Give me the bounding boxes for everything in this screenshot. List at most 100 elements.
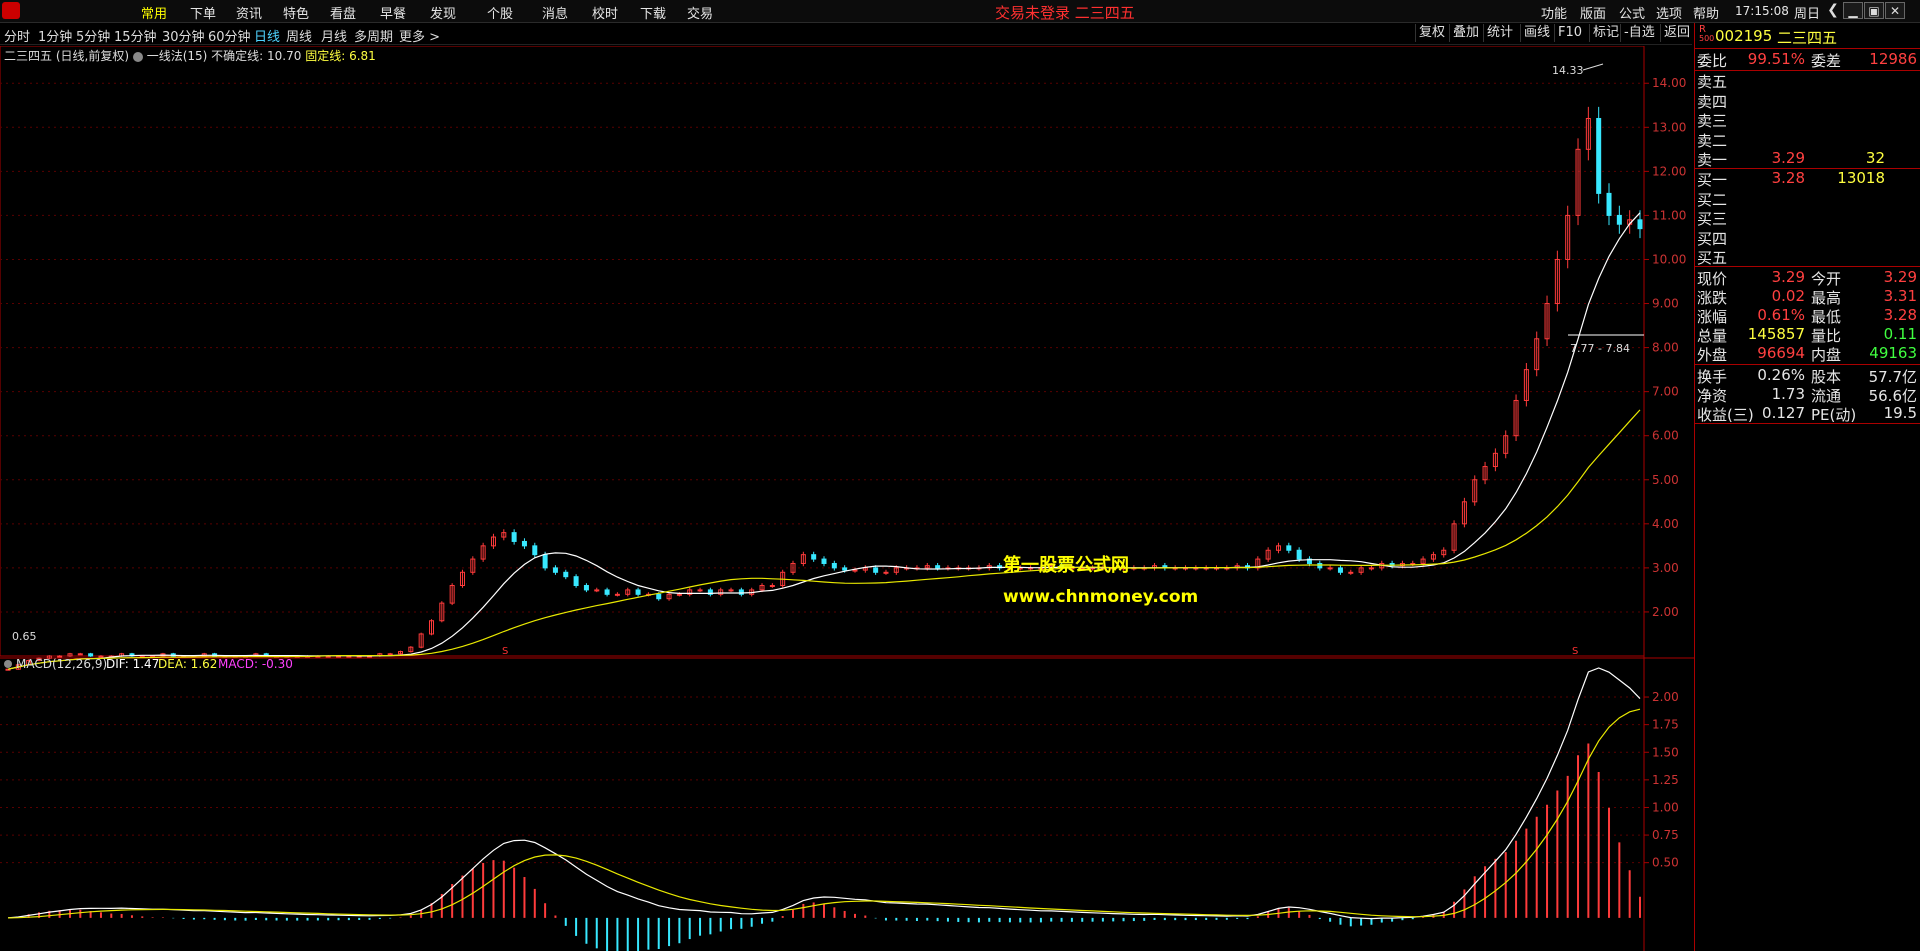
menu-item[interactable]: 特色 bbox=[283, 3, 309, 22]
quote-value: 19.5 bbox=[1883, 404, 1917, 422]
candle-body bbox=[728, 589, 734, 592]
price-axis-label: 14.00 bbox=[1652, 76, 1686, 90]
macd-axis-label: 1.50 bbox=[1652, 745, 1679, 759]
menu-item[interactable]: 消息 bbox=[542, 3, 568, 22]
quote-row: 外盘 96694 内盘 49163 bbox=[1697, 344, 1919, 364]
candle-body bbox=[542, 554, 548, 569]
price-axis-label: 7.00 bbox=[1652, 385, 1679, 399]
menu-right-item[interactable]: 帮助 bbox=[1693, 3, 1719, 22]
tool-button[interactable]: 统计 bbox=[1483, 24, 1516, 42]
tool-button[interactable]: 叠加 bbox=[1449, 24, 1482, 42]
signal-marker: S bbox=[1572, 646, 1578, 657]
candle-body bbox=[387, 653, 393, 656]
menu-item[interactable]: 早餐 bbox=[380, 3, 406, 22]
menu-right-item[interactable]: 版面 bbox=[1580, 3, 1606, 22]
clock: 17:15:08 bbox=[1735, 4, 1789, 18]
menu-item[interactable]: 下载 bbox=[640, 3, 666, 22]
quote-label: 净资 bbox=[1697, 387, 1728, 405]
quote-value: 3.29 bbox=[1771, 268, 1805, 286]
period-item[interactable]: 30分钟 bbox=[162, 26, 205, 45]
period-item[interactable]: 60分钟 bbox=[208, 26, 251, 45]
period-item[interactable]: 5分钟 bbox=[76, 26, 110, 45]
quote-label: 买五 bbox=[1697, 249, 1728, 267]
period-item[interactable]: 周线 bbox=[286, 26, 312, 45]
quote-value: 56.6亿 bbox=[1868, 387, 1917, 405]
back-icon[interactable]: ❮ bbox=[1823, 2, 1843, 19]
macd-axis-label: 1.00 bbox=[1652, 800, 1679, 814]
quote-row: 买一 3.28 13018 bbox=[1697, 169, 1919, 189]
maximize-icon[interactable]: ▣ bbox=[1864, 2, 1884, 19]
high-label: 14.33 bbox=[1552, 64, 1584, 77]
macd-axis-label: 0.50 bbox=[1652, 856, 1679, 870]
quote-label: 买二 bbox=[1697, 190, 1728, 209]
menu-right-item[interactable]: 公式 bbox=[1619, 3, 1645, 22]
macd-axis-label: 2.00 bbox=[1652, 690, 1679, 704]
chart-area[interactable]: 14.00 13.00 12.00 11.00 10.00 9.00 8.00 7.00 6.0… bbox=[0, 46, 1694, 951]
tool-button[interactable]: 标记 bbox=[1589, 24, 1622, 42]
period-item[interactable]: 月线 bbox=[321, 26, 347, 45]
tool-button[interactable]: 返回 bbox=[1660, 24, 1693, 42]
quote-label: 涨跌 bbox=[1697, 289, 1728, 307]
quote-label: 现价 bbox=[1697, 270, 1728, 288]
tool-button[interactable]: F10 bbox=[1554, 24, 1585, 42]
dea-line bbox=[7, 708, 1641, 919]
period-item[interactable]: 日线 bbox=[254, 26, 280, 45]
quote-label: 委比 bbox=[1697, 52, 1728, 70]
quote-value: 3.31 bbox=[1883, 287, 1917, 305]
candle-body bbox=[1317, 562, 1323, 569]
menu-item[interactable]: 个股 bbox=[487, 3, 513, 22]
macd-header-label: MACD(12,26,9) bbox=[16, 657, 107, 671]
menu-item[interactable]: 资讯 bbox=[236, 3, 262, 22]
period-item[interactable]: 15分钟 bbox=[114, 26, 157, 45]
period-item[interactable]: 多周期 bbox=[354, 26, 393, 45]
app-logo-icon[interactable] bbox=[2, 2, 20, 19]
menu-item[interactable]: 发现 bbox=[430, 3, 456, 22]
candle-body bbox=[842, 567, 848, 571]
minimize-icon[interactable]: ▁ bbox=[1843, 2, 1863, 19]
tool-button[interactable]: 画线 bbox=[1520, 24, 1553, 42]
ma-line-white bbox=[7, 212, 1641, 670]
quote-label: PE(动) bbox=[1811, 406, 1857, 424]
macd-axis-label: 1.25 bbox=[1652, 773, 1679, 787]
candle-body bbox=[532, 545, 538, 556]
quote-row: 卖二 bbox=[1697, 130, 1919, 150]
quote-row: 委比 99.51% 委差 12986 bbox=[1697, 50, 1919, 70]
candle-body bbox=[935, 565, 941, 569]
quote-label: 内盘 bbox=[1811, 346, 1842, 364]
price-axis-label: 8.00 bbox=[1652, 341, 1679, 355]
menu-item[interactable]: 看盘 bbox=[330, 3, 356, 22]
menu-bar: 常用 下单 资讯 特色 看盘 早餐 发现 个股 消息 校时 下载 交易 交易未登录 二三四五 功能 版面… bbox=[0, 0, 1920, 23]
quote-row: 现价 3.29 今开 3.29 bbox=[1697, 268, 1919, 288]
candle-body bbox=[738, 589, 744, 595]
menu-item[interactable]: 下单 bbox=[190, 3, 216, 22]
candle-body bbox=[563, 571, 569, 578]
close-icon[interactable]: ✕ bbox=[1885, 2, 1905, 19]
quote-label: 最低 bbox=[1811, 308, 1842, 326]
menu-item[interactable]: 交易 bbox=[687, 3, 713, 22]
quote-row: 总量 145857 量比 0.11 bbox=[1697, 325, 1919, 345]
r-badge: R 500 bbox=[1699, 25, 1714, 44]
menu-item[interactable]: 常用 bbox=[141, 3, 167, 22]
price-axis-label: 10.00 bbox=[1652, 252, 1686, 266]
period-item[interactable]: 分时 bbox=[4, 26, 30, 45]
candle-body bbox=[1286, 545, 1292, 551]
menu-right-item[interactable]: 选项 bbox=[1656, 3, 1682, 22]
macd-settings-icon[interactable] bbox=[4, 660, 12, 668]
range-label: 7.77 - 7.84 bbox=[1570, 342, 1630, 355]
menu-right-item[interactable]: 功能 bbox=[1541, 3, 1567, 22]
quote-label: 今开 bbox=[1811, 270, 1842, 288]
quote-value: 99.51% bbox=[1747, 50, 1805, 68]
tool-button[interactable]: 复权 bbox=[1415, 24, 1448, 42]
period-item[interactable]: 更多 > bbox=[399, 26, 440, 45]
period-item[interactable]: 1分钟 bbox=[38, 26, 72, 45]
candle-body bbox=[811, 554, 817, 560]
candle-body bbox=[883, 571, 889, 574]
candle-body bbox=[1296, 549, 1302, 560]
dif-line bbox=[7, 667, 1641, 920]
candle-body bbox=[852, 569, 858, 572]
tool-button[interactable]: -自选 bbox=[1620, 24, 1658, 42]
quote-value: 12986 bbox=[1869, 50, 1917, 68]
price-axis-label: 2.00 bbox=[1652, 605, 1679, 619]
quote-label: 换手 bbox=[1697, 368, 1728, 386]
menu-item[interactable]: 校时 bbox=[592, 3, 618, 22]
